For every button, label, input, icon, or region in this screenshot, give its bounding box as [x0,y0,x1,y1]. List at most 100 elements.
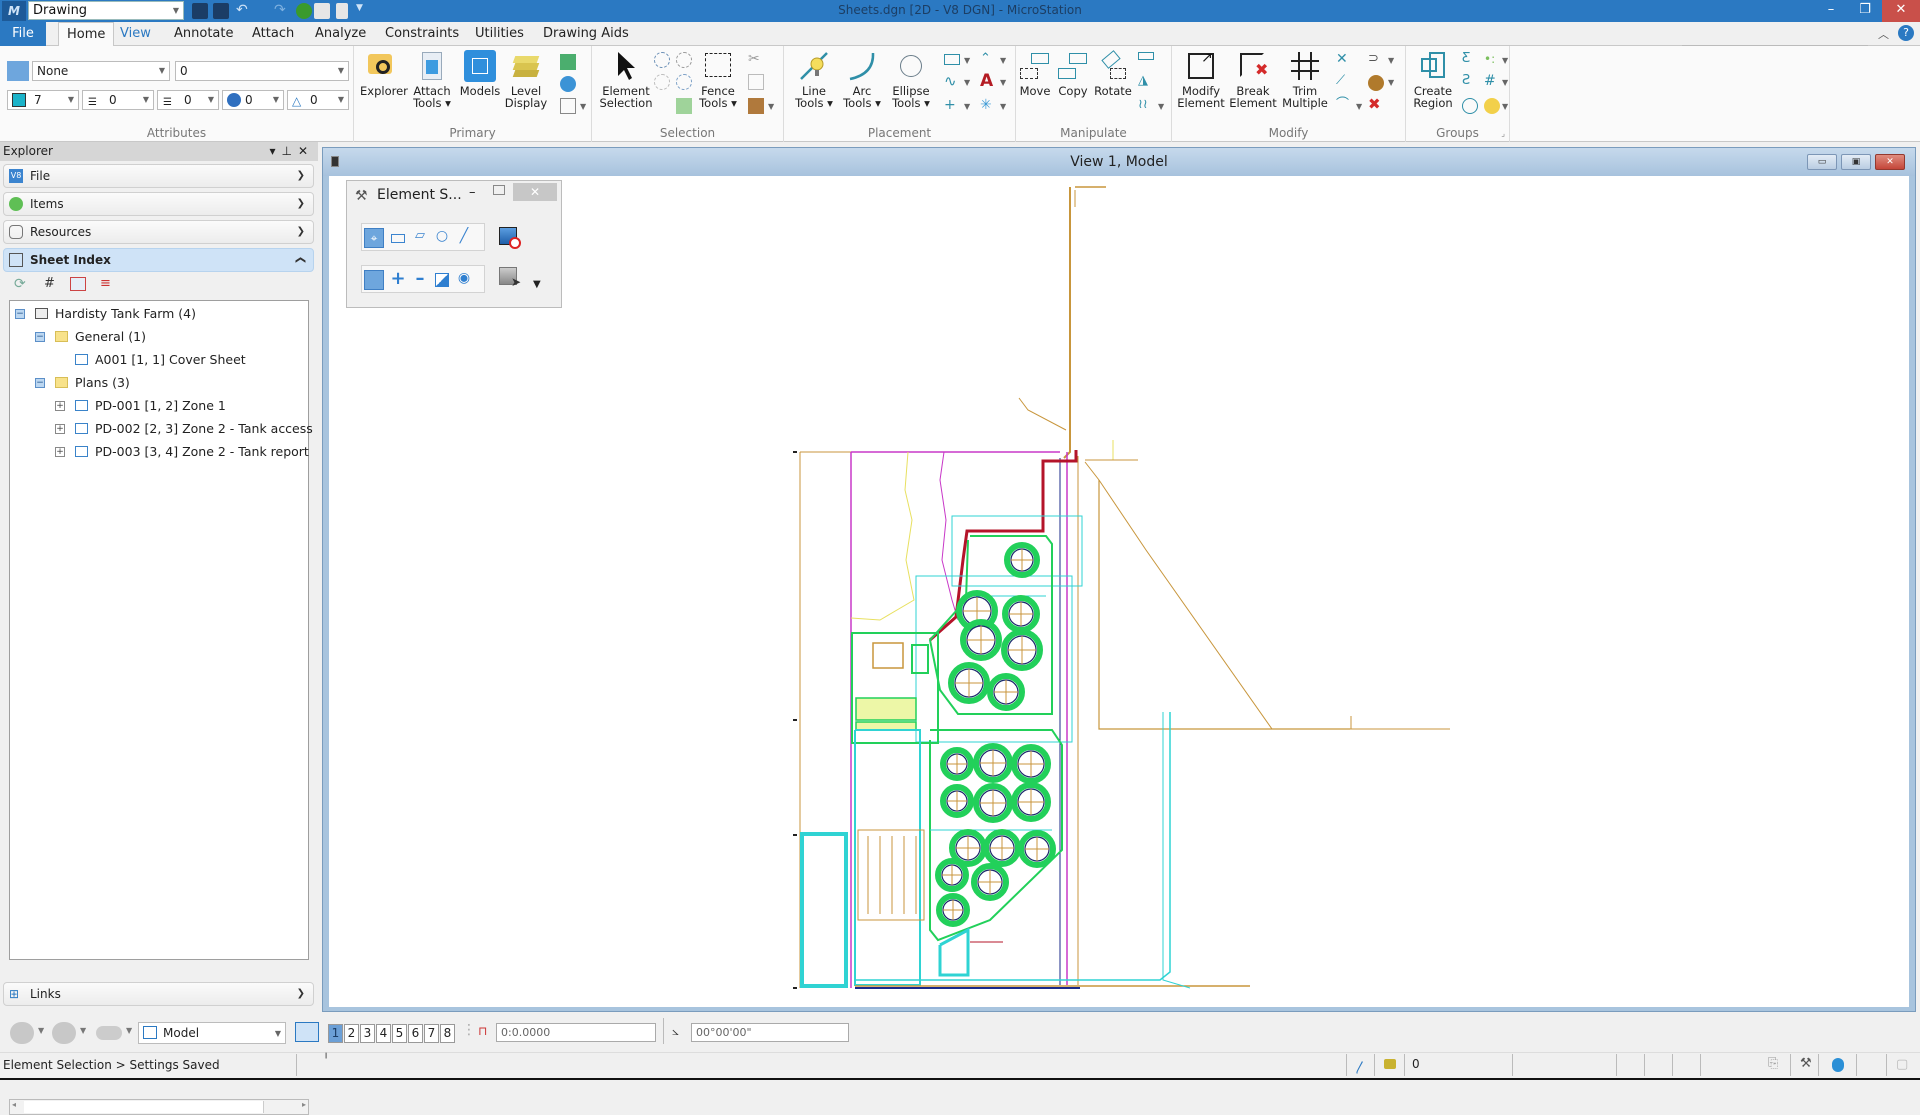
add-sheet-icon[interactable]: # [44,276,55,291]
block-method-icon[interactable] [391,234,405,243]
trim-multiple-button[interactable]: Trim Multiple [1280,50,1330,109]
close-panel-icon[interactable]: ✕ [298,144,314,158]
expand-icon[interactable]: + [55,424,65,434]
dialog-close-button[interactable]: ✕ [513,183,557,201]
close-window-button[interactable]: ✕ [1882,0,1920,22]
circle-method-icon[interactable]: ○ [432,228,452,248]
accudraw-icon[interactable]: 〳 [1354,1057,1367,1076]
chevron-down-icon[interactable]: ▼ [1502,78,1508,87]
explorer-button[interactable]: Explorer [360,50,408,97]
minimize-window-button[interactable]: – [1814,0,1848,22]
chevron-down-icon[interactable]: ▼ [1502,56,1508,65]
line-style-select[interactable]: ☰ 0 ▼ [82,90,154,110]
subtract-mode-icon[interactable]: – [410,270,430,290]
invert-mode-icon[interactable] [435,273,449,287]
project-icon[interactable]: ▢ [1896,1057,1908,1072]
view-titlebar[interactable]: View 1, Model ▭ ▣ ✕ [323,148,1915,176]
chevron-down-icon[interactable]: ▼ [1158,102,1164,111]
help-icon[interactable]: ? [1898,25,1914,41]
scroll-right-icon[interactable]: ▸ [302,1100,306,1109]
tree-item[interactable]: + PD-003 [3, 4] Zone 2 - Tank report [10,442,309,462]
chevron-down-icon[interactable]: ▼ [126,1026,132,1035]
element-selection-button[interactable]: Element Selection [596,50,656,109]
chevron-down-icon[interactable]: ▼ [580,102,586,111]
tree-item[interactable]: − Hardisty Tank Farm (4) [10,304,308,324]
view-1-button[interactable]: 1 [328,1024,343,1043]
line-weight-select[interactable]: ☰ 0 ▼ [157,90,219,110]
lock-selection-icon[interactable] [676,52,692,68]
saved-views-icon[interactable] [96,1026,122,1040]
sheet-properties-icon[interactable]: ≡ [100,276,111,291]
view-8-button[interactable]: 8 [440,1024,455,1043]
section-items[interactable]: Items ❯ [3,192,314,216]
create-region-button[interactable]: Create Region [1410,50,1456,109]
view-4-button[interactable]: 4 [376,1024,391,1043]
drawing-canvas[interactable] [329,176,1909,1007]
arc-tools-button[interactable]: Arc Tools ▾ [840,50,884,109]
settings-wrench-icon[interactable]: ⚒ [1800,1056,1812,1071]
intersect-icon[interactable]: ✕ [1336,52,1352,68]
dialog-minimize-button[interactable]: – [469,185,476,200]
color-select[interactable]: 7 ▼ [7,90,79,110]
tree-item[interactable]: + PD-002 [2, 3] Zone 2 - Tank access [10,419,313,439]
view-2-button[interactable]: 2 [344,1024,359,1043]
chevron-down-icon[interactable]: ▼ [964,78,970,87]
level-display-button[interactable]: Level Display [504,50,548,109]
chevron-down-icon[interactable]: ▼ [1356,102,1362,111]
collapse-ribbon-icon[interactable]: ︿ [1878,26,1889,42]
rotate-button[interactable]: Rotate [1092,50,1134,97]
tab-drawing-aids[interactable]: Drawing Aids [535,22,637,46]
view-3-button[interactable]: 3 [360,1024,375,1043]
section-file[interactable]: V8 File ❯ [3,164,314,188]
priority-select[interactable]: △ 0 ▼ [287,90,349,110]
active-level-select[interactable]: None ▼ [32,61,170,81]
extend-icon[interactable]: ⟋ [1336,74,1352,90]
section-links[interactable]: ⊞ Links ❯ [3,982,314,1006]
tree-item[interactable]: − Plans (3) [10,373,308,393]
view-6-button[interactable]: 6 [408,1024,423,1043]
section-resources[interactable]: Resources ❯ [3,220,314,244]
unlock-selection-icon[interactable] [676,74,692,90]
level-manager-icon[interactable] [7,61,29,81]
paste-icon[interactable] [748,98,764,114]
line-tools-button[interactable]: Line Tools ▾ [792,50,836,109]
tab-annotate[interactable]: Annotate [166,22,241,46]
ellipse-tools-button[interactable]: Ellipse Tools ▾ [886,50,936,109]
chevron-down-icon[interactable]: ▼ [80,1026,86,1035]
section-sheet-index[interactable]: Sheet Index ❯ [3,248,314,272]
tab-attach[interactable]: Attach [244,22,302,46]
chevron-down-icon[interactable]: ▼ [1388,56,1394,65]
scroll-left-icon[interactable]: ◂ [12,1100,16,1109]
view-5-button[interactable]: 5 [392,1024,407,1043]
change-attributes-icon[interactable] [1368,75,1384,91]
tree-item[interactable]: + PD-001 [1, 2] Zone 1 [10,396,308,416]
references-icon[interactable] [560,54,576,70]
expand-icon[interactable]: + [55,447,65,457]
clear-selection-icon[interactable] [654,74,670,90]
horizontal-scrollbar[interactable]: ◂ ▸ [9,1099,309,1115]
view-close-button[interactable]: ✕ [1875,154,1905,170]
shape-method-icon[interactable]: ▱ [410,228,430,248]
place-point-icon[interactable]: + [944,98,960,114]
tree-item[interactable]: − General (1) [10,327,308,347]
chevron-down-icon[interactable]: ▼ [1502,102,1508,111]
model-select[interactable]: Model ▼ [138,1022,286,1044]
transparency-select[interactable]: 0 ▼ [222,90,284,110]
view-7-button[interactable]: 7 [424,1024,439,1043]
dialog-launcher-icon[interactable]: ⌟ [1501,129,1505,138]
chevron-down-icon[interactable]: ▼ [964,102,970,111]
fence-tools-button[interactable]: Fence Tools ▾ [696,50,740,109]
chevron-down-icon[interactable]: ▼ [1388,78,1394,87]
expand-dialog-icon[interactable]: ▼ [533,279,541,290]
panel-menu-icon[interactable]: ▾ [269,144,281,158]
tab-view[interactable]: View [112,22,159,46]
stretch-icon[interactable]: ≀≀ [1138,98,1154,114]
collapse-icon[interactable]: − [15,309,25,319]
view-attributes-icon[interactable] [560,98,576,114]
scale-icon[interactable] [1138,52,1154,60]
light-bulb-icon[interactable] [1484,98,1500,114]
expand-icon[interactable]: + [55,401,65,411]
view-groups-icon[interactable] [295,1022,319,1042]
place-cell-icon[interactable]: ✳ [980,98,996,114]
sheet-table-icon[interactable] [70,277,86,291]
